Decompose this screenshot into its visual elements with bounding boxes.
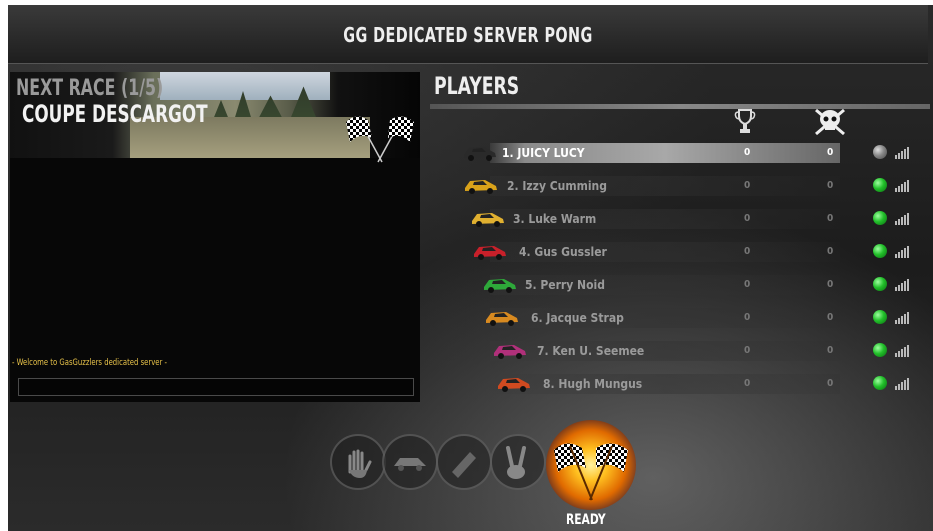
player-status-icon [873, 178, 887, 192]
paint-button[interactable] [436, 434, 492, 490]
hand-icon [348, 449, 372, 478]
player-row[interactable]: 5. Perry Noid 0 0 [430, 273, 930, 297]
player-row[interactable]: 2. Izzy Cumming 0 0 [430, 174, 930, 198]
signal-strength-icon [895, 279, 909, 291]
signal-strength-icon [895, 147, 909, 159]
window-edge-left [0, 0, 8, 531]
ready-label: READY [566, 512, 606, 528]
players-title: PLAYERS [434, 72, 520, 100]
paint-icon [452, 452, 476, 478]
player-name: 3. Luke Warm [513, 212, 597, 226]
player-wins: 0 [744, 345, 751, 356]
player-row[interactable]: 7. Ken U. Seemee 0 0 [430, 339, 930, 363]
welcome-message: - Welcome to GasGuzzlers dedicated serve… [12, 358, 168, 368]
hand-button[interactable] [330, 434, 386, 490]
player-status-icon [873, 310, 887, 324]
player-status-icon [873, 211, 887, 225]
player-wins: 0 [744, 312, 751, 323]
player-name: 4. Gus Gussler [519, 245, 607, 259]
player-kills: 0 [827, 246, 834, 257]
ready-flags-icon [554, 443, 628, 501]
player-status-icon [873, 145, 887, 159]
next-race-label: NEXT RACE (1/5) [16, 76, 164, 101]
signal-strength-icon [895, 312, 909, 324]
player-wins: 0 [744, 213, 751, 224]
player-kills: 0 [827, 147, 834, 158]
player-wins: 0 [744, 147, 751, 158]
peace-hand-button[interactable] [490, 434, 546, 490]
signal-strength-icon [895, 378, 909, 390]
player-row[interactable]: 3. Luke Warm 0 0 [430, 207, 930, 231]
server-title: GG DEDICATED SERVER PONG [343, 23, 593, 47]
player-wins: 0 [744, 246, 751, 257]
chat-input[interactable] [18, 378, 414, 396]
player-car-icon [465, 180, 497, 194]
player-car-icon [464, 147, 496, 161]
player-status-icon [873, 244, 887, 258]
player-kills: 0 [827, 180, 834, 191]
player-row[interactable]: 4. Gus Gussler 0 0 [430, 240, 930, 264]
player-name: 2. Izzy Cumming [507, 179, 607, 193]
signal-strength-icon [895, 246, 909, 258]
player-kills: 0 [827, 378, 834, 389]
signal-strength-icon [895, 345, 909, 357]
player-car-icon [474, 246, 506, 260]
player-wins: 0 [744, 180, 751, 191]
player-kills: 0 [827, 312, 834, 323]
players-divider [430, 104, 930, 109]
player-car-icon [486, 312, 518, 326]
player-status-icon [873, 277, 887, 291]
peace-hand-icon [506, 446, 526, 479]
player-car-icon [472, 213, 504, 227]
player-row[interactable]: 8. Hugh Mungus 0 0 [430, 372, 930, 396]
player-car-icon [484, 279, 516, 293]
player-name: 1. JUICY LUCY [502, 146, 585, 160]
player-status-icon [873, 343, 887, 357]
player-name: 8. Hugh Mungus [543, 377, 643, 391]
player-kills: 0 [827, 279, 834, 290]
player-wins: 0 [744, 378, 751, 389]
race-name: COUPE DESCARGOT [22, 100, 208, 128]
ready-button[interactable] [546, 420, 636, 510]
player-row[interactable]: 1. JUICY LUCY 0 0 [430, 141, 930, 165]
car-button[interactable] [382, 434, 438, 490]
player-car-icon [498, 378, 530, 392]
player-row[interactable]: 6. Jacque Strap 0 0 [430, 306, 930, 330]
checkered-flags-icon [346, 116, 414, 163]
car-icon [394, 458, 426, 471]
player-wins: 0 [744, 279, 751, 290]
player-name: 6. Jacque Strap [531, 311, 624, 325]
player-car-icon [494, 345, 526, 359]
player-name: 5. Perry Noid [525, 278, 605, 292]
signal-strength-icon [895, 213, 909, 225]
skull-icon [815, 108, 845, 136]
title-bar: GG DEDICATED SERVER PONG [8, 5, 928, 64]
player-kills: 0 [827, 213, 834, 224]
trophy-icon [734, 109, 756, 133]
player-status-icon [873, 376, 887, 390]
player-name: 7. Ken U. Seemee [537, 344, 645, 358]
player-kills: 0 [827, 345, 834, 356]
signal-strength-icon [895, 180, 909, 192]
